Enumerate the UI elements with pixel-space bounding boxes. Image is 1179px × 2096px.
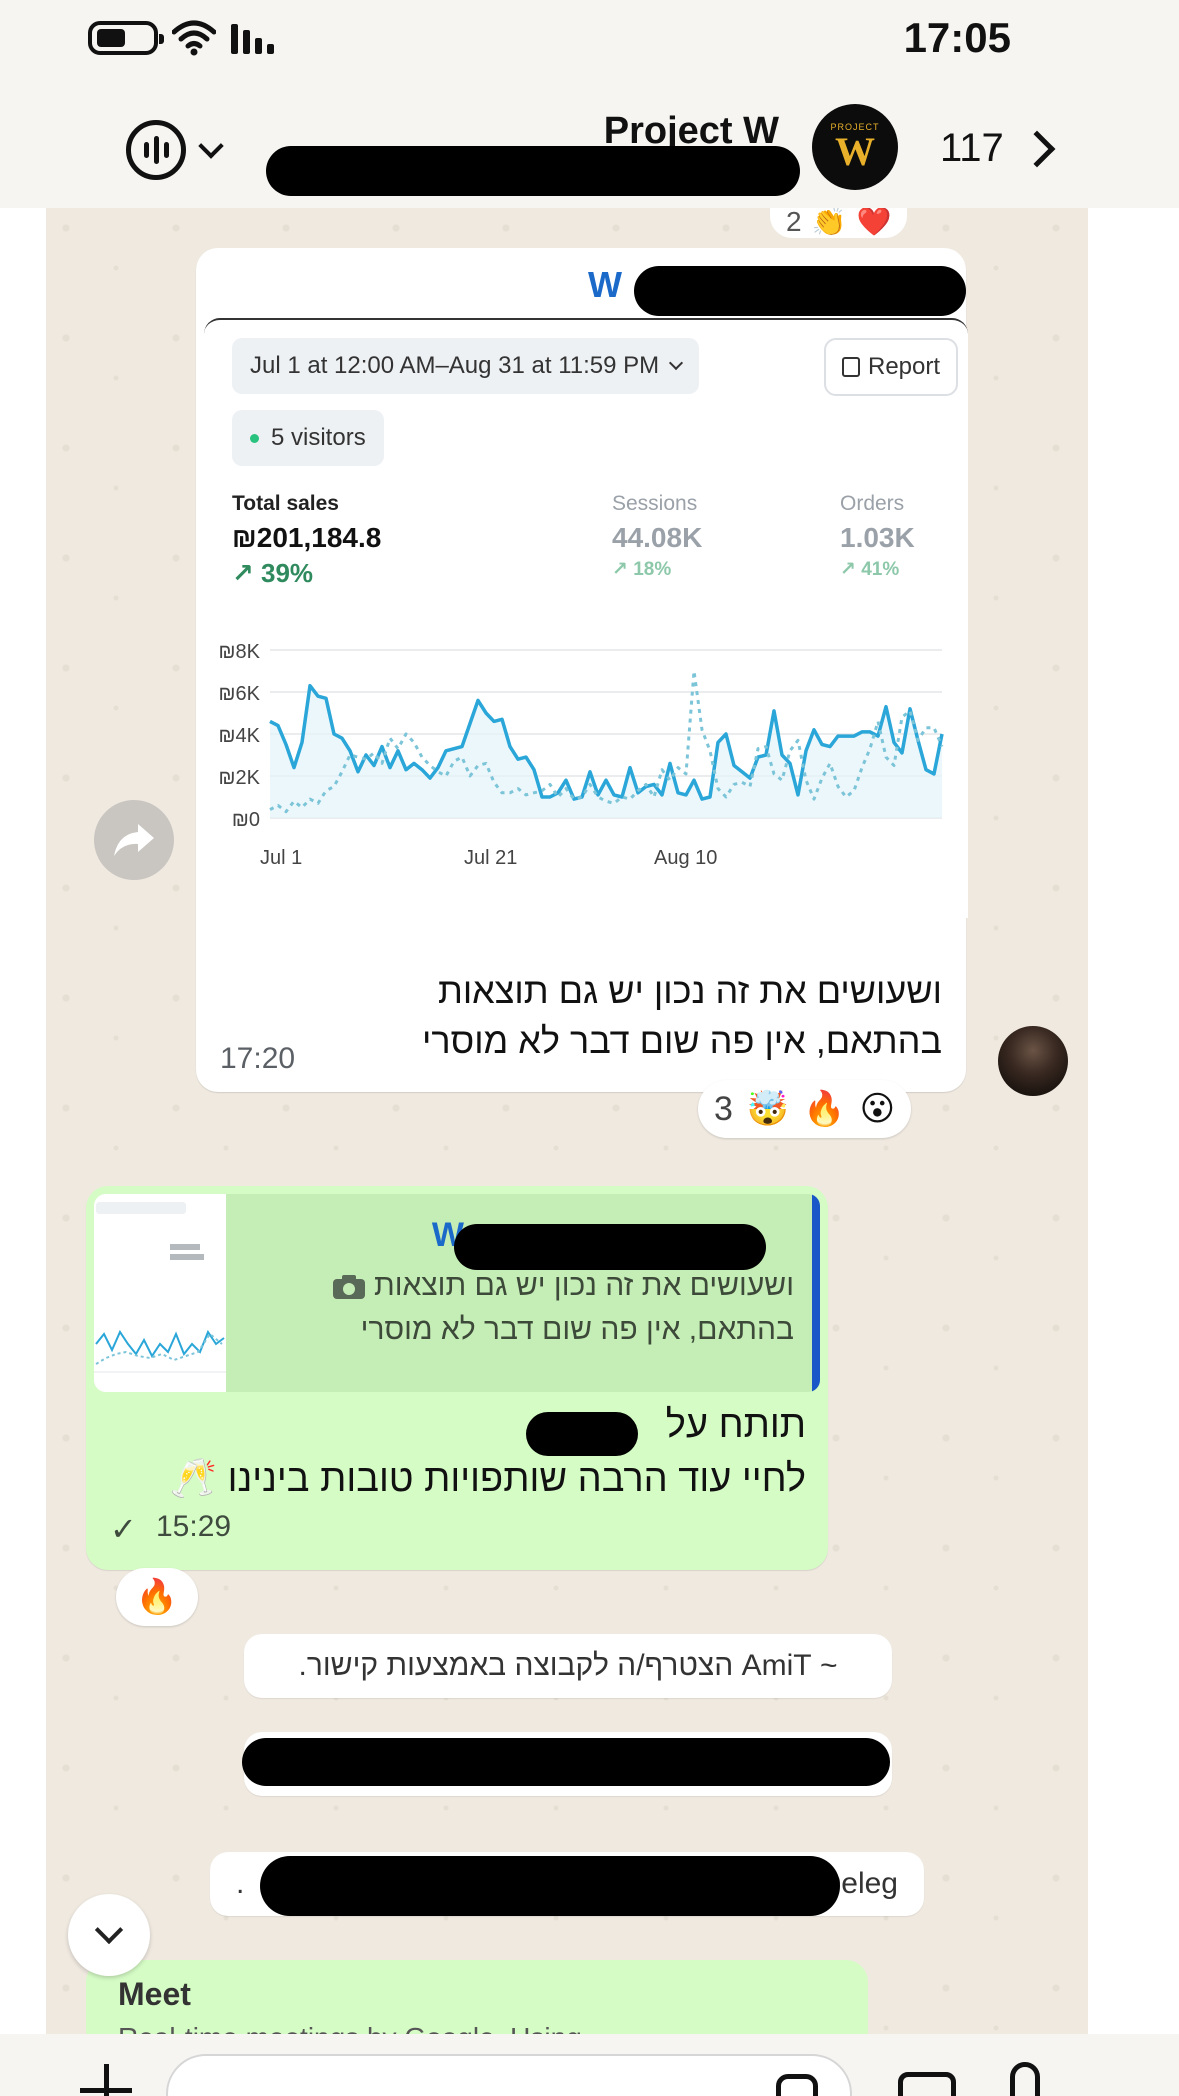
message-text: ושעושים את זה נכון יש גם תוצאות בהתאם, א… (302, 966, 942, 1066)
reaction-emoji: 🤯 (746, 1090, 790, 1128)
link-preview-description: Real-time meetings by Google. Using... (118, 2022, 605, 2034)
metric-total-sales: Total sales ₪201,184.8 ↗ 39% (232, 492, 381, 589)
signal-icon (231, 24, 274, 54)
reaction-count: 2 (786, 208, 802, 237)
chevron-down-icon (669, 355, 684, 371)
chevron-down-icon (198, 133, 224, 159)
message-time: 15:29 (156, 1510, 232, 1543)
metric-value: ₪201,184.8 (232, 522, 382, 553)
y-tick-label: ₪6K (219, 683, 261, 705)
group-call-button[interactable] (126, 120, 224, 180)
metric-change: ↗ 18% (612, 559, 672, 580)
message-text: תותח על לחיי עוד הרבה שותפויות טובות בינ… (106, 1398, 806, 1506)
avatar-letter: W (835, 129, 875, 174)
member-count[interactable]: 117 (940, 126, 1004, 171)
message-time: 17:20 (220, 1042, 296, 1075)
reaction-count: 3 (714, 1089, 733, 1128)
y-tick-label: ₪2K (219, 767, 261, 789)
metric-change: ↗ 39% (232, 558, 314, 588)
shared-dashboard-image[interactable]: Jul 1 at 12:00 AM–Aug 31 at 11:59 PM Rep… (204, 318, 968, 918)
status-time: 17:05 (903, 14, 1011, 61)
visitors-text: 5 visitors (271, 424, 366, 451)
message-input[interactable] (166, 2054, 852, 2096)
date-range-selector: Jul 1 at 12:00 AM–Aug 31 at 11:59 PM (232, 338, 700, 394)
visitors-badge: 5 visitors (232, 410, 384, 466)
forward-icon (114, 824, 154, 856)
message-line: תותח על (665, 1404, 806, 1446)
message-line: לחיי עוד הרבה שותפויות טובות בינינו 🥂 (169, 1458, 806, 1500)
microphone-icon[interactable] (1010, 2062, 1040, 2096)
status-icons (88, 20, 278, 56)
redaction (242, 1738, 890, 1786)
camera-icon[interactable] (898, 2072, 956, 2096)
live-dot-icon (250, 433, 259, 443)
reaction-emoji: 🔥 (803, 1090, 846, 1128)
redaction (266, 146, 800, 196)
wifi-icon (172, 20, 216, 56)
system-text: . (236, 1867, 245, 1900)
date-range-text: Jul 1 at 12:00 AM–Aug 31 at 11:59 PM (250, 352, 660, 379)
scroll-to-bottom-button[interactable] (68, 1894, 150, 1976)
previous-reactions[interactable]: 2 👏 ❤️ (770, 208, 908, 238)
quote-bar (812, 1194, 820, 1392)
composer-bar (0, 2034, 1179, 2096)
metric-orders: Orders 1.03K ↗ 41% (840, 492, 915, 581)
message-line: ושעושים את זה נכון יש גם תוצאות (437, 970, 942, 1011)
report-label: Report (868, 353, 941, 380)
x-tick-label: Aug 10 (654, 847, 717, 869)
sender-name[interactable]: W (588, 264, 622, 306)
chat-header: Project W PROJECT W 117 (0, 80, 1179, 208)
quoted-text: ושעושים את זה נכון יש גם תוצאות בהתאם, א… (274, 1264, 794, 1352)
message-reactions[interactable]: 3 🤯 🔥 😮 (698, 1080, 912, 1138)
incoming-message[interactable]: W Jul 1 at 12:00 AM–Aug 31 at 11:59 PM R… (196, 248, 968, 1092)
voice-chat-icon (126, 120, 186, 180)
link-preview-message[interactable]: Meet Real-time meetings by Google. Using… (86, 1960, 868, 2034)
x-tick-label: Jul 21 (464, 847, 517, 869)
sales-line-chart: ₪8K ₪6K ₪4K ₪2K ₪0Jul 1 Jul 21 Aug 10 (219, 641, 944, 869)
outgoing-message[interactable]: W ושעושים את זה נכון יש גם תוצאות בהתאם,… (86, 1186, 828, 1570)
message-reaction[interactable]: 🔥 (116, 1568, 198, 1626)
chevron-down-icon (94, 1915, 124, 1945)
y-tick-label: ₪8K (219, 641, 261, 663)
message-line: בהתאם, אין פה שום דבר לא מוסרי (422, 1020, 942, 1061)
x-tick-label: Jul 1 (260, 847, 302, 869)
camera-icon (332, 1275, 365, 1300)
system-message: ~ AmiT הצטרף/ה לקבוצה באמצעות קישור. (244, 1634, 892, 1698)
redaction (260, 1856, 840, 1916)
forward-button[interactable] (94, 800, 174, 880)
reaction-emoji: 👏 (811, 208, 847, 237)
series-area (270, 685, 942, 818)
metric-change: ↗ 41% (840, 559, 900, 580)
reaction-emoji: ❤️ (856, 208, 892, 237)
metric-sessions: Sessions 44.08K ↗ 18% (612, 492, 702, 581)
quoted-line: בהתאם, אין פה שום דבר לא מוסרי (360, 1313, 794, 1346)
group-avatar[interactable]: PROJECT W (812, 104, 898, 190)
link-preview-title: Meet (118, 1976, 191, 2012)
attach-plus-icon[interactable] (80, 2064, 132, 2096)
sticker-icon[interactable] (776, 2074, 818, 2096)
y-tick-label: ₪4K (219, 725, 261, 747)
chevron-right-icon[interactable] (1018, 130, 1056, 168)
y-tick-label: ₪0 (232, 809, 260, 831)
metric-label: Orders (840, 492, 905, 515)
report-button: Report (824, 338, 959, 396)
report-icon (842, 357, 860, 377)
metric-value: 44.08K (612, 522, 703, 553)
quoted-image-thumbnail (94, 1194, 226, 1392)
quoted-message[interactable]: W ושעושים את זה נכון יש גם תוצאות בהתאם,… (94, 1194, 820, 1392)
status-bar: 17:05 (0, 0, 1179, 80)
redaction (526, 1412, 638, 1456)
chat-area[interactable]: 2 👏 ❤️ W Jul 1 at 12:00 AM–Aug 31 at 11:… (46, 208, 1088, 2034)
quoted-line: ושעושים את זה נכון יש גם תוצאות (373, 1269, 794, 1302)
battery-icon (88, 21, 164, 55)
redaction (634, 266, 966, 316)
sender-avatar[interactable] (998, 1026, 1068, 1096)
metric-value: 1.03K (840, 522, 915, 553)
system-text: ~ AmiT הצטרף/ה לקבוצה באמצעות קישור. (298, 1649, 838, 1682)
sent-tick-icon: ✓ (110, 1511, 137, 1547)
metric-label: Total sales (232, 492, 339, 515)
reaction-emoji: 😮 (859, 1090, 896, 1128)
metric-label: Sessions (612, 492, 698, 515)
